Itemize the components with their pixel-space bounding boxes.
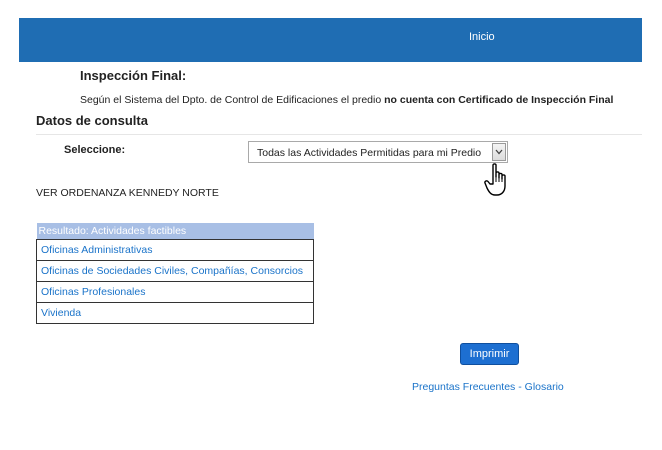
table-row: Oficinas Administrativas — [36, 238, 314, 261]
glossary-link[interactable]: Glosario — [525, 381, 564, 393]
table-row: Oficinas Profesionales — [36, 280, 314, 303]
table-row: Oficinas de Sociedades Civiles, Compañía… — [36, 259, 314, 282]
section-divider — [36, 134, 642, 135]
inspection-title: Inspección Final: — [80, 68, 187, 83]
footer-links: Preguntas Frecuentes - Glosario — [412, 381, 564, 393]
result-link-oficinas-profesionales[interactable]: Oficinas Profesionales — [41, 286, 145, 298]
top-navbar: Inicio — [19, 18, 642, 62]
ordenanza-link[interactable]: VER ORDENANZA KENNEDY NORTE — [36, 187, 219, 199]
nav-inicio-link[interactable]: Inicio — [469, 31, 495, 43]
activity-select-value: Todas las Actividades Permitidas para mi… — [257, 147, 482, 159]
inspection-text-bold: no cuenta con Certificado de Inspección … — [384, 94, 614, 106]
chevron-down-icon[interactable] — [492, 143, 506, 161]
print-button[interactable]: Imprimir — [460, 343, 519, 365]
table-row: Vivienda — [36, 301, 314, 324]
select-label: Seleccione: — [64, 144, 126, 156]
section-title-consulta: Datos de consulta — [36, 113, 148, 128]
inspection-text-prefix: Según el Sistema del Dpto. de Control de… — [80, 94, 385, 106]
result-link-oficinas-administrativas[interactable]: Oficinas Administrativas — [41, 244, 152, 256]
result-link-oficinas-sociedades[interactable]: Oficinas de Sociedades Civiles, Compañía… — [41, 265, 303, 277]
hand-cursor-icon — [484, 163, 506, 196]
results-table-header: Resultado: Actividades factibles — [36, 223, 314, 239]
inspection-text: Según el Sistema del Dpto. de Control de… — [80, 94, 613, 106]
activity-select[interactable]: Todas las Actividades Permitidas para mi… — [248, 141, 508, 163]
result-link-vivienda[interactable]: Vivienda — [41, 307, 81, 319]
faq-link[interactable]: Preguntas Frecuentes — [412, 381, 515, 393]
results-table: Resultado: Actividades factibles Oficina… — [36, 223, 314, 324]
footer-separator: - — [515, 381, 525, 393]
